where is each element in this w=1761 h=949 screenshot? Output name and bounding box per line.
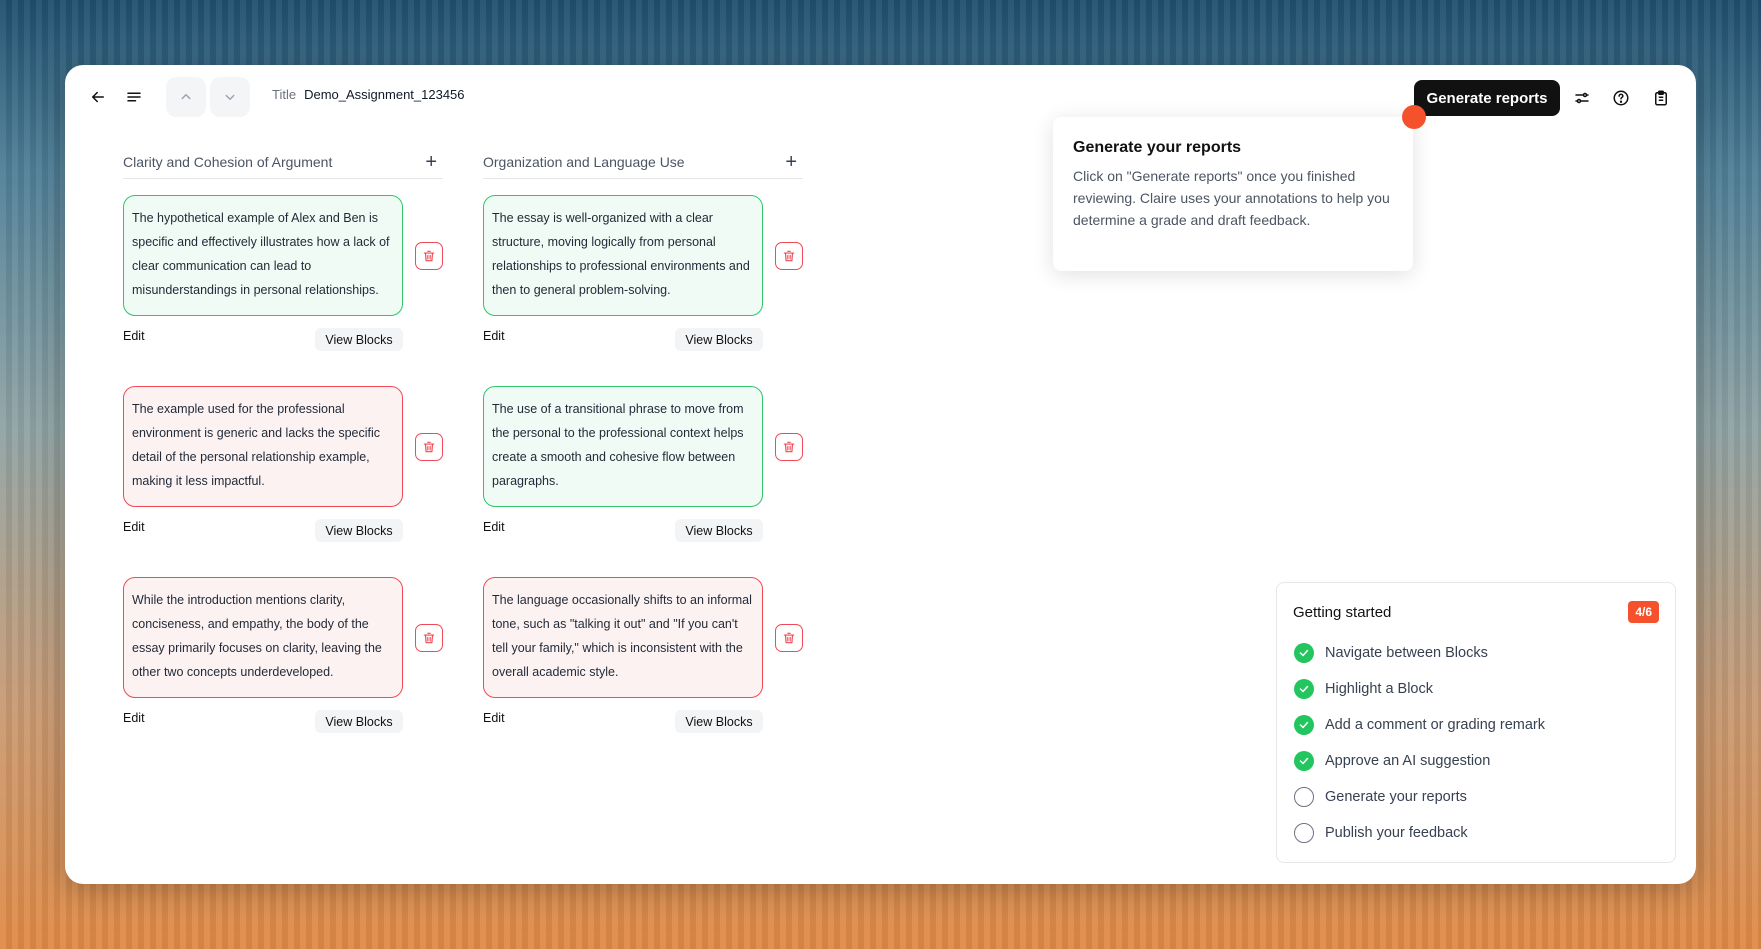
annotation-card[interactable]: The hypothetical example of Alex and Ben…: [123, 195, 403, 316]
annotation-block: While the introduction mentions clarity,…: [123, 577, 443, 752]
getting-started-panel: Getting started 4/6 Navigate between Blo…: [1276, 582, 1676, 863]
column-title: Organization and Language Use: [483, 153, 685, 170]
column-header: Clarity and Cohesion of Argument +: [123, 145, 443, 179]
checklist-label: Publish your feedback: [1325, 825, 1468, 841]
tooltip-heading: Generate your reports: [1073, 139, 1242, 156]
annotation-block: The essay is well-organized with a clear…: [483, 195, 803, 370]
view-blocks-button[interactable]: View Blocks: [315, 519, 403, 542]
checklist-item[interactable]: Approve an AI suggestion: [1293, 743, 1659, 779]
assignment-title: Title Demo_Assignment_123456: [272, 87, 465, 102]
annotation-block: The language occasionally shifts to an i…: [483, 577, 803, 752]
back-arrow-icon[interactable]: [78, 77, 118, 117]
help-icon[interactable]: [1601, 78, 1641, 118]
annotation-card[interactable]: The example used for the professional en…: [123, 386, 403, 507]
title-value: Demo_Assignment_123456: [304, 87, 465, 102]
onboarding-hotspot[interactable]: [1402, 105, 1426, 129]
add-icon[interactable]: +: [425, 152, 437, 172]
checklist-label: Generate your reports: [1325, 789, 1467, 805]
checklist-item[interactable]: Publish your feedback: [1293, 815, 1659, 851]
annotation-card[interactable]: The essay is well-organized with a clear…: [483, 195, 763, 316]
view-blocks-button[interactable]: View Blocks: [315, 328, 403, 351]
edit-link[interactable]: Edit: [123, 711, 145, 725]
annotation-card[interactable]: While the introduction mentions clarity,…: [123, 577, 403, 698]
edit-link[interactable]: Edit: [123, 520, 145, 534]
checklist-item[interactable]: Navigate between Blocks: [1293, 635, 1659, 671]
settings-sliders-icon[interactable]: [1562, 78, 1602, 118]
clipboard-icon[interactable]: [1641, 78, 1681, 118]
edit-link[interactable]: Edit: [483, 520, 505, 534]
title-label: Title: [272, 87, 297, 102]
trash-icon[interactable]: [775, 242, 803, 270]
view-blocks-button[interactable]: View Blocks: [675, 710, 763, 733]
check-circle-icon: [1294, 715, 1314, 735]
view-blocks-button[interactable]: View Blocks: [675, 519, 763, 542]
edit-link[interactable]: Edit: [123, 329, 145, 343]
chevron-down-icon[interactable]: [210, 77, 250, 117]
checklist-label: Approve an AI suggestion: [1325, 753, 1491, 769]
annotation-card[interactable]: The use of a transitional phrase to move…: [483, 386, 763, 507]
check-circle-icon: [1294, 643, 1314, 663]
trash-icon[interactable]: [415, 624, 443, 652]
add-icon[interactable]: +: [785, 152, 797, 172]
top-bar: Title Demo_Assignment_123456 Generate re…: [65, 65, 1696, 130]
checklist-label: Add a comment or grading remark: [1325, 717, 1546, 733]
chevron-up-icon[interactable]: [166, 77, 206, 117]
tooltip-body: Click on "Generate reports" once you fin…: [1073, 168, 1390, 228]
view-blocks-button[interactable]: View Blocks: [675, 328, 763, 351]
column-title: Clarity and Cohesion of Argument: [123, 153, 333, 170]
criterion-column: Clarity and Cohesion of Argument + The h…: [123, 145, 443, 752]
getting-started-title: Getting started: [1293, 603, 1392, 621]
checklist-label: Highlight a Block: [1325, 681, 1433, 697]
progress-badge: 4/6: [1628, 601, 1659, 623]
trash-icon[interactable]: [775, 624, 803, 652]
view-blocks-button[interactable]: View Blocks: [315, 710, 403, 733]
check-circle-icon: [1294, 751, 1314, 771]
checklist-item[interactable]: Highlight a Block: [1293, 671, 1659, 707]
annotation-block: The example used for the professional en…: [123, 386, 443, 561]
annotation-block: The use of a transitional phrase to move…: [483, 386, 803, 561]
annotation-block: The hypothetical example of Alex and Ben…: [123, 195, 443, 370]
checklist-label: Navigate between Blocks: [1325, 645, 1488, 661]
checklist-item[interactable]: Add a comment or grading remark: [1293, 707, 1659, 743]
annotation-card[interactable]: The language occasionally shifts to an i…: [483, 577, 763, 698]
menu-icon[interactable]: [114, 77, 154, 117]
generate-reports-button[interactable]: Generate reports: [1414, 80, 1560, 116]
trash-icon[interactable]: [415, 433, 443, 461]
getting-started-header: Getting started 4/6: [1293, 601, 1659, 623]
check-circle-icon: [1294, 679, 1314, 699]
criterion-column: Organization and Language Use + The essa…: [483, 145, 803, 752]
generate-reports-tooltip: Generate your reports Click on "Generate…: [1053, 117, 1413, 271]
edit-link[interactable]: Edit: [483, 329, 505, 343]
edit-link[interactable]: Edit: [483, 711, 505, 725]
checklist-item[interactable]: Generate your reports: [1293, 779, 1659, 815]
trash-icon[interactable]: [415, 242, 443, 270]
column-header: Organization and Language Use +: [483, 145, 803, 179]
trash-icon[interactable]: [775, 433, 803, 461]
app-window: Title Demo_Assignment_123456 Generate re…: [65, 65, 1696, 884]
empty-circle-icon: [1294, 787, 1314, 807]
empty-circle-icon: [1294, 823, 1314, 843]
